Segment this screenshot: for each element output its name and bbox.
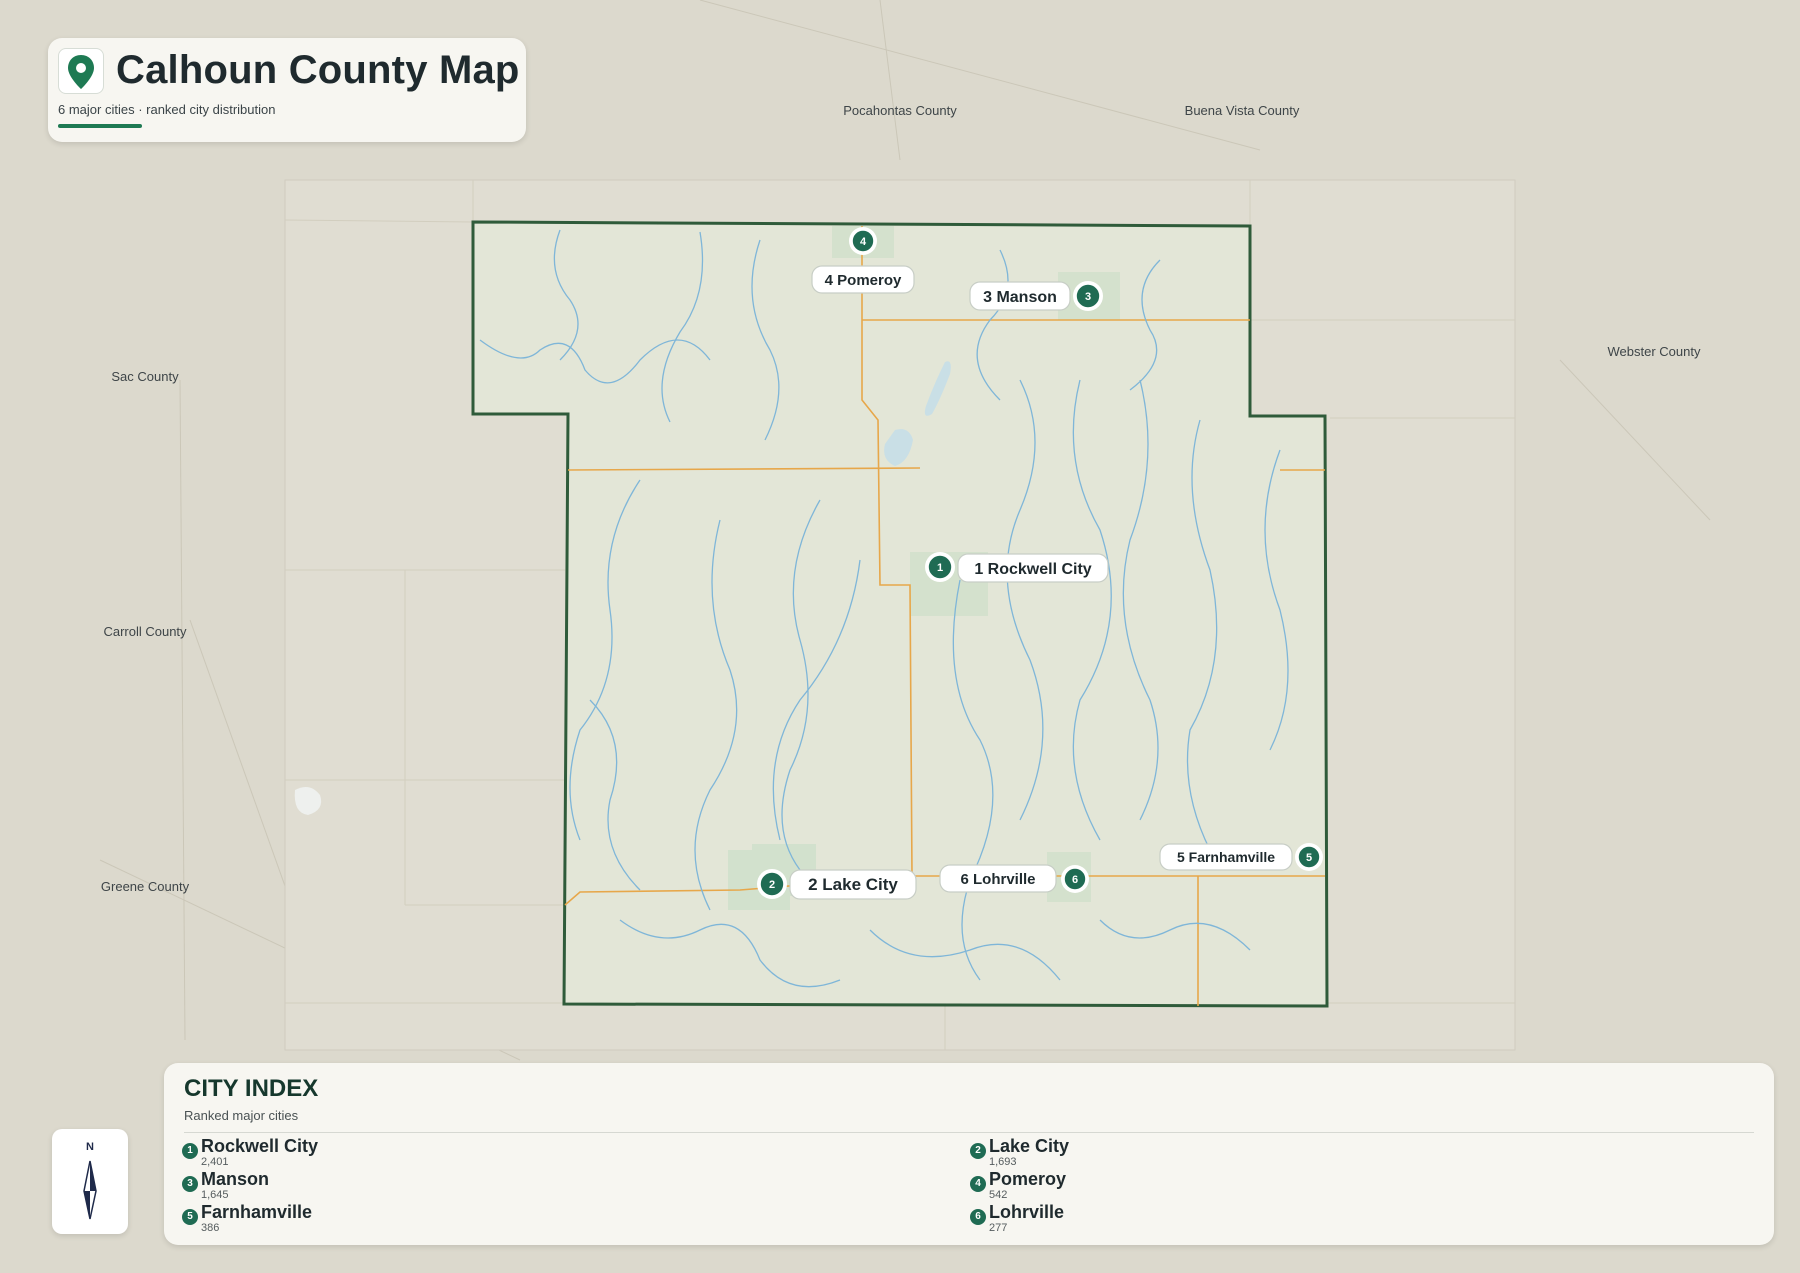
rank-badge: 3 — [182, 1176, 198, 1192]
svg-text:4: 4 — [860, 236, 867, 248]
page-title: Calhoun County Map — [116, 48, 520, 92]
county-label-carroll: Carroll County — [103, 624, 187, 639]
index-title: CITY INDEX — [184, 1075, 319, 1102]
city-marker-lake-city[interactable]: 2 — [757, 869, 787, 899]
city-label-pomeroy[interactable]: 4 Pomeroy — [811, 265, 915, 294]
page-subtitle: 6 major cities · ranked city distributio… — [58, 102, 276, 117]
svg-text:6: 6 — [1072, 874, 1078, 886]
svg-text:4 Pomeroy: 4 Pomeroy — [825, 272, 902, 289]
city-label-manson[interactable]: 3 Manson — [969, 281, 1071, 311]
city-marker-farnhamville[interactable]: 5 — [1295, 843, 1323, 871]
svg-text:1: 1 — [937, 562, 943, 574]
rank-badge: 4 — [970, 1176, 986, 1192]
city-label-lohrville[interactable]: 6 Lohrville — [939, 864, 1057, 893]
title-underline — [58, 124, 142, 128]
county-label-sac: Sac County — [111, 369, 179, 384]
rank-badge: 2 — [970, 1143, 986, 1159]
county-label-webster: Webster County — [1608, 344, 1701, 359]
city-index-panel: CITY INDEX Ranked major cities 1 Rockwel… — [164, 1063, 1774, 1245]
city-population: 277 — [989, 1222, 1008, 1234]
svg-text:2: 2 — [769, 879, 775, 891]
city-name: Pomeroy — [989, 1169, 1067, 1189]
city-name: Lohrville — [989, 1202, 1065, 1222]
compass: N — [52, 1129, 128, 1234]
svg-text:6 Lohrville: 6 Lohrville — [960, 871, 1035, 888]
city-name: Farnhamville — [201, 1202, 313, 1222]
rank-badge: 5 — [182, 1209, 198, 1225]
svg-text:2 Lake City: 2 Lake City — [808, 875, 898, 894]
svg-text:3: 3 — [1085, 291, 1091, 303]
city-population: 1,693 — [989, 1156, 1017, 1168]
county-label-buena-vista: Buena Vista County — [1185, 103, 1300, 118]
city-marker-manson[interactable]: 3 — [1073, 281, 1103, 311]
title-card: Calhoun County Map 6 major cities · rank… — [48, 38, 526, 142]
city-name: Rockwell City — [201, 1136, 319, 1156]
city-name: Manson — [201, 1169, 270, 1189]
city-population: 542 — [989, 1189, 1008, 1201]
city-label-farnhamville[interactable]: 5 Farnhamville — [1159, 843, 1293, 871]
city-population: 386 — [201, 1222, 220, 1234]
svg-text:1 Rockwell City: 1 Rockwell City — [974, 561, 1091, 578]
city-label-lake-city[interactable]: 2 Lake City — [789, 869, 917, 900]
city-label-rockwell-city[interactable]: 1 Rockwell City — [957, 553, 1109, 583]
city-population: 1,645 — [201, 1189, 229, 1201]
rank-badge: 6 — [970, 1209, 986, 1225]
map-pin-icon — [58, 48, 104, 94]
index-divider — [184, 1132, 1754, 1133]
svg-text:3 Manson: 3 Manson — [983, 289, 1057, 306]
svg-text:5 Farnhamville: 5 Farnhamville — [1177, 849, 1275, 865]
city-marker-pomeroy[interactable]: 4 — [849, 227, 877, 255]
city-marker-rockwell-city[interactable]: 1 — [925, 552, 955, 582]
city-population: 2,401 — [201, 1156, 229, 1168]
index-subtitle: Ranked major cities — [184, 1108, 299, 1123]
city-name: Lake City — [989, 1136, 1070, 1156]
north-arrow-icon — [83, 1160, 97, 1220]
county-label-pocahontas: Pocahontas County — [843, 103, 957, 118]
rank-badge: 1 — [182, 1143, 198, 1159]
city-marker-lohrville[interactable]: 6 — [1061, 865, 1089, 893]
county-label-greene: Greene County — [101, 879, 190, 894]
svg-text:5: 5 — [1306, 852, 1312, 864]
